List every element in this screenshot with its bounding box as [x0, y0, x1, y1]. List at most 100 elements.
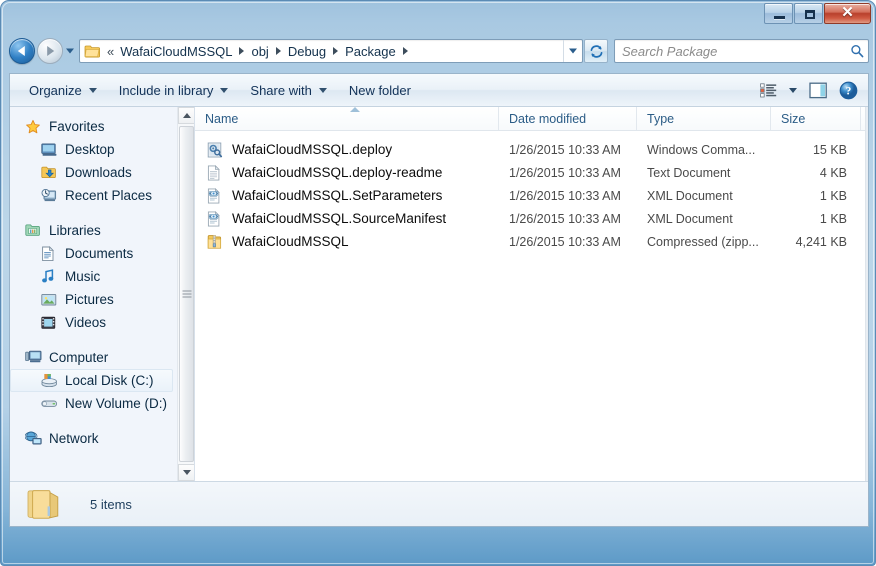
- share-with-button[interactable]: Share with: [239, 78, 337, 103]
- column-header-type[interactable]: Type: [637, 107, 771, 130]
- column-header-size[interactable]: Size: [771, 107, 861, 130]
- file-size: 15 KB: [812, 142, 847, 157]
- help-icon: ?: [839, 81, 857, 99]
- refresh-icon: [590, 44, 602, 58]
- sidebar-item-music[interactable]: Music: [10, 265, 177, 288]
- breadcrumb-separator-icon[interactable]: [239, 47, 245, 55]
- new-folder-button[interactable]: New folder: [338, 78, 422, 103]
- maximize-button[interactable]: [794, 3, 823, 24]
- history-dropdown-button[interactable]: [63, 38, 77, 64]
- nav-group-spacer: [10, 334, 177, 346]
- chevron-down-icon: [789, 87, 797, 93]
- sidebar-item-libraries[interactable]: Libraries: [10, 219, 177, 242]
- downloads-icon: [41, 165, 59, 181]
- sidebar-label: Computer: [49, 350, 109, 365]
- folder-icon: [24, 486, 64, 522]
- file-size: 1 KB: [819, 188, 847, 203]
- xml-document-icon: [207, 187, 223, 204]
- sidebar-item-recent-places[interactable]: Recent Places: [10, 184, 177, 207]
- sidebar-label: Downloads: [65, 165, 132, 180]
- file-name-cell[interactable]: WafaiCloudMSSQL.deploy: [195, 142, 499, 158]
- sidebar-item-documents[interactable]: Documents: [10, 242, 177, 265]
- sidebar-item-favorites[interactable]: Favorites: [10, 115, 177, 138]
- sidebar-label: Pictures: [65, 292, 114, 307]
- table-row[interactable]: WafaiCloudMSSQL.SetParameters 1/26/2015 …: [195, 184, 868, 207]
- breadcrumb-item-0[interactable]: WafaiCloudMSSQL: [117, 42, 235, 61]
- minimize-button[interactable]: [764, 3, 793, 24]
- folder-icon: [84, 44, 101, 59]
- scrollbar-thumb[interactable]: [179, 126, 194, 462]
- refresh-button[interactable]: [584, 39, 608, 63]
- breadcrumb-overflow-icon[interactable]: «: [105, 44, 117, 59]
- sidebar-item-new-volume-d[interactable]: New Volume (D:): [10, 392, 177, 415]
- sidebar-label: Recent Places: [65, 188, 153, 203]
- sidebar-label: Favorites: [49, 119, 105, 134]
- minimize-icon: [774, 16, 785, 19]
- file-type: Windows Comma...: [647, 142, 756, 157]
- close-button[interactable]: ✕: [824, 3, 871, 24]
- breadcrumb-separator-icon[interactable]: [333, 47, 339, 55]
- column-header-date-modified[interactable]: Date modified: [499, 107, 637, 130]
- help-button[interactable]: ?: [834, 78, 862, 103]
- file-name-cell[interactable]: WafaiCloudMSSQL.SourceManifest: [195, 210, 499, 227]
- include-in-library-button[interactable]: Include in library: [108, 78, 240, 103]
- scroll-down-button[interactable]: [178, 464, 194, 481]
- sidebar-label: Network: [49, 431, 99, 446]
- breadcrumb-separator-icon[interactable]: [402, 47, 408, 55]
- file-size: 4 KB: [819, 165, 847, 180]
- file-name-cell[interactable]: WafaiCloudMSSQL.deploy-readme: [195, 164, 499, 181]
- sidebar-item-pictures[interactable]: Pictures: [10, 288, 177, 311]
- table-row[interactable]: WafaiCloudMSSQL.deploy 1/26/2015 10:33 A…: [195, 138, 868, 161]
- close-icon: ✕: [841, 5, 854, 21]
- network-icon: [25, 431, 43, 447]
- column-header-name[interactable]: Name: [195, 107, 499, 130]
- breadcrumb-separator-icon[interactable]: [275, 47, 281, 55]
- libraries-icon: [25, 223, 43, 239]
- zip-archive-icon: [207, 234, 223, 250]
- organize-button[interactable]: Organize: [18, 78, 108, 103]
- client-area: Organize Include in library Share with N…: [9, 73, 869, 527]
- show-preview-pane-button[interactable]: [804, 78, 832, 103]
- forward-button[interactable]: [37, 38, 63, 64]
- file-name-cell[interactable]: WafaiCloudMSSQL: [195, 234, 499, 250]
- nav-group-spacer: [10, 415, 177, 427]
- file-date-modified: 1/26/2015 10:33 AM: [509, 142, 621, 157]
- search-box[interactable]: [614, 39, 869, 63]
- change-view-button[interactable]: [754, 78, 782, 103]
- view-dropdown-button[interactable]: [784, 78, 802, 103]
- sidebar-item-desktop[interactable]: Desktop: [10, 138, 177, 161]
- address-input[interactable]: « WafaiCloudMSSQL obj Debug Package: [79, 39, 583, 63]
- file-type: Compressed (zipp...: [647, 234, 759, 249]
- address-dropdown-button[interactable]: [563, 40, 581, 62]
- file-size: 4,241 KB: [795, 234, 847, 249]
- explorer-body: Favorites Desktop Downloads Recent Place…: [10, 107, 868, 481]
- chevron-up-icon: [182, 113, 191, 118]
- sidebar-item-computer[interactable]: Computer: [10, 346, 177, 369]
- scroll-up-button[interactable]: [178, 107, 194, 124]
- file-type: Text Document: [647, 165, 731, 180]
- status-item-count: 5 items: [90, 496, 132, 512]
- sidebar-item-local-disk-c[interactable]: Local Disk (C:): [10, 369, 173, 392]
- recent-places-icon: [41, 188, 59, 204]
- breadcrumb-item-1[interactable]: obj: [248, 42, 271, 61]
- sidebar-item-network[interactable]: Network: [10, 427, 177, 450]
- breadcrumb-item-3[interactable]: Package: [342, 42, 399, 61]
- hard-disk-icon: [41, 373, 59, 389]
- file-list-scroll-strip[interactable]: [865, 107, 868, 481]
- back-button[interactable]: [9, 38, 35, 64]
- table-row[interactable]: WafaiCloudMSSQL 1/26/2015 10:33 AM Compr…: [195, 230, 868, 253]
- windows-command-script-icon: [207, 142, 223, 158]
- svg-text:?: ?: [845, 85, 851, 97]
- table-row[interactable]: WafaiCloudMSSQL.deploy-readme 1/26/2015 …: [195, 161, 868, 184]
- file-name-cell[interactable]: WafaiCloudMSSQL.SetParameters: [195, 187, 499, 204]
- breadcrumb-item-2[interactable]: Debug: [285, 42, 329, 61]
- nav-group-spacer: [10, 207, 177, 219]
- table-row[interactable]: WafaiCloudMSSQL.SourceManifest 1/26/2015…: [195, 207, 868, 230]
- sidebar-item-videos[interactable]: Videos: [10, 311, 177, 334]
- sidebar-item-downloads[interactable]: Downloads: [10, 161, 177, 184]
- file-list-view: Name Date modified Type Size WafaiCloudM…: [195, 107, 868, 481]
- navigation-pane-scrollbar[interactable]: [177, 107, 194, 481]
- search-input[interactable]: [622, 43, 850, 59]
- search-icon[interactable]: [850, 44, 864, 58]
- column-header-label: Name: [205, 111, 239, 126]
